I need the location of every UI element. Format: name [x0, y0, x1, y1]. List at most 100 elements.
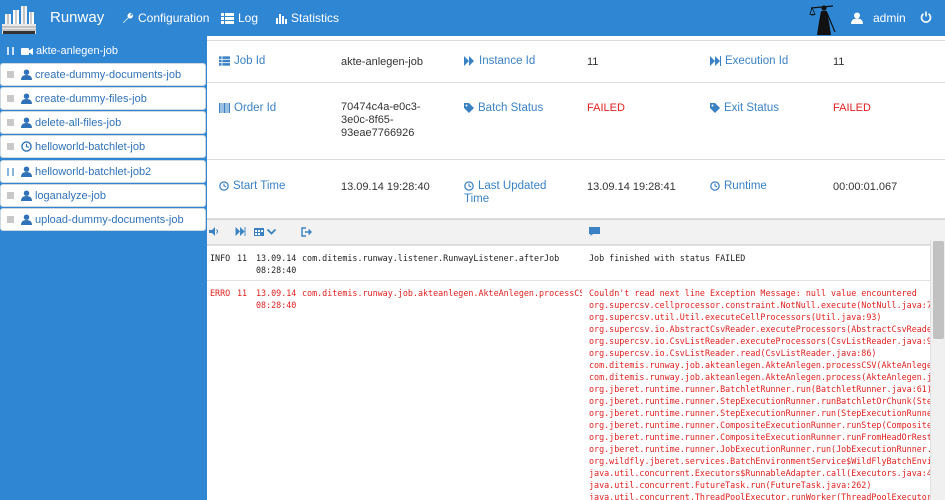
- idle-status-icon: [7, 143, 14, 150]
- user-icon: [21, 214, 32, 225]
- idle-status-icon: [7, 119, 14, 126]
- log-class-column-header[interactable]: [301, 227, 312, 237]
- chevron-down-icon: [267, 228, 276, 235]
- tag-icon: [464, 103, 474, 113]
- nav-log[interactable]: Log: [221, 11, 258, 25]
- log-table: INFO 11 13.09.14 08:28:40 com.ditemis.ru…: [207, 245, 930, 500]
- log-time-column-header[interactable]: [254, 227, 276, 236]
- user-icon: [851, 12, 863, 24]
- log-row[interactable]: INFO 11 13.09.14 08:28:40 com.ditemis.ru…: [207, 245, 930, 280]
- sign-out-icon: [301, 227, 312, 237]
- log-level: ERRO: [210, 288, 231, 298]
- list-icon: [221, 12, 234, 24]
- log-thread: 11: [237, 253, 248, 263]
- log-level: INFO: [210, 253, 231, 263]
- navbar: Runway Configuration Log Statistics admi…: [0, 0, 945, 36]
- power-icon[interactable]: [920, 11, 932, 23]
- idle-status-icon: [7, 216, 14, 223]
- instance-id-value: 11: [587, 56, 599, 68]
- justice-figure-icon: [809, 5, 836, 35]
- job-item-helloworld-batchlet-job[interactable]: helloworld-batchlet-job: [0, 135, 206, 158]
- log-row[interactable]: ERRO 11 13.09.14 08:28:40 com.ditemis.ru…: [207, 280, 930, 500]
- job-item-upload-dummy-documents-job[interactable]: upload-dummy-documents-job: [0, 208, 206, 231]
- forward-icon: [464, 56, 474, 66]
- log-message-column-header[interactable]: [589, 227, 600, 236]
- log-message: Job finished with status FAILED: [589, 253, 746, 263]
- job-id-value: akte-anlegen-job: [341, 56, 423, 68]
- execution-id-value: 11: [833, 56, 845, 68]
- clock-icon: [21, 141, 32, 152]
- bar-chart-icon: [276, 13, 287, 24]
- last-updated-label: Last Updated Time: [464, 180, 547, 205]
- execution-id-label: Execution Id: [710, 55, 788, 68]
- nav-statistics-label: Statistics: [291, 11, 340, 25]
- clock-icon: [219, 181, 229, 191]
- idle-status-icon: [7, 71, 14, 78]
- job-item-akte-anlegen-job[interactable]: akte-anlegen-job: [0, 40, 206, 62]
- job-item-helloworld-batchlet-job2[interactable]: helloworld-batchlet-job2: [0, 160, 206, 183]
- video-camera-icon: [21, 47, 33, 55]
- exit-status-label: Exit Status: [710, 102, 779, 115]
- exit-status-value: FAILED: [833, 102, 871, 114]
- log-scrollbar-thumb[interactable]: [933, 241, 944, 339]
- log-toolbar: [207, 219, 945, 245]
- comment-icon: [589, 227, 600, 236]
- list-icon: [219, 56, 230, 66]
- user-icon: [21, 117, 32, 128]
- job-item-label: helloworld-batchlet-job: [35, 140, 146, 153]
- details-row-ids: Job Id akte-anlegen-job Instance Id 11 E…: [207, 40, 945, 82]
- instance-id-label: Instance Id: [464, 55, 535, 68]
- job-item-label: create-dummy-documents-job: [35, 68, 182, 81]
- log-message: Couldn't read next line Exception Messag…: [589, 288, 930, 500]
- execution-details: Job Id akte-anlegen-job Instance Id 11 E…: [207, 36, 945, 219]
- user-icon: [21, 69, 32, 80]
- idle-status-icon: [7, 192, 14, 199]
- batch-status-value: FAILED: [587, 102, 625, 114]
- volume-icon: [209, 227, 218, 236]
- job-item-create-dummy-documents-job[interactable]: create-dummy-documents-job: [0, 63, 206, 86]
- details-row-status: Order Id 70474c4a-e0c3- 3e0c-8f65- 93eae…: [207, 82, 945, 159]
- job-item-delete-all-files-job[interactable]: delete-all-files-job: [0, 111, 206, 134]
- details-row-times: Start Time 13.09.14 19:28:40 Last Update…: [207, 159, 945, 219]
- brand-name[interactable]: Runway: [50, 9, 104, 26]
- job-item-label: helloworld-batchlet-job2: [35, 165, 152, 178]
- user-icon: [21, 166, 32, 177]
- runtime-value: 00:00:01.067: [833, 181, 898, 193]
- job-item-label: delete-all-files-job: [35, 116, 122, 129]
- nav-statistics[interactable]: Statistics: [276, 11, 339, 25]
- job-item-loganalyze-job[interactable]: loganalyze-job: [0, 184, 206, 207]
- nav-configuration-label: Configuration: [138, 11, 210, 25]
- log-class: com.ditemis.runway.listener.RunwayListen…: [302, 253, 560, 263]
- job-sidebar: akte-anlegen-job create-dummy-documents-…: [0, 36, 207, 500]
- user-icon: [21, 93, 32, 104]
- log-time: 13.09.14 08:28:40: [256, 288, 297, 310]
- idle-status-icon: [7, 95, 14, 102]
- user-name: admin: [873, 11, 906, 25]
- user-menu[interactable]: admin: [851, 11, 906, 25]
- tag-icon: [710, 103, 720, 113]
- calendar-icon: [254, 228, 264, 236]
- job-id-label: Job Id: [219, 55, 265, 68]
- job-item-label: akte-anlegen-job: [36, 45, 118, 57]
- start-time-value: 13.09.14 19:28:40: [341, 181, 430, 193]
- nav-configuration[interactable]: Configuration: [122, 11, 209, 25]
- log-thread-column-header[interactable]: [235, 227, 246, 236]
- order-id-value: 70474c4a-e0c3- 3e0c-8f65- 93eae7766926: [341, 101, 421, 139]
- job-item-label: loganalyze-job: [35, 189, 106, 202]
- fast-forward-icon: [710, 56, 721, 66]
- running-status-icon: [7, 167, 14, 176]
- runtime-label: Runtime: [710, 180, 767, 193]
- clock-icon: [710, 181, 720, 191]
- job-item-create-dummy-files-job[interactable]: create-dummy-files-job: [0, 87, 206, 110]
- start-time-label: Start Time: [219, 180, 285, 193]
- log-level-column-header[interactable]: [209, 227, 220, 236]
- log-thread: 11: [237, 288, 248, 298]
- nav-log-label: Log: [238, 11, 259, 25]
- running-status-icon: [7, 47, 14, 55]
- clock-icon: [464, 181, 474, 191]
- barcode-icon: [219, 103, 230, 113]
- batch-status-label: Batch Status: [464, 102, 543, 115]
- log-scrollbar[interactable]: [930, 240, 945, 500]
- runway-logo-icon[interactable]: [2, 2, 36, 34]
- user-icon: [21, 190, 32, 201]
